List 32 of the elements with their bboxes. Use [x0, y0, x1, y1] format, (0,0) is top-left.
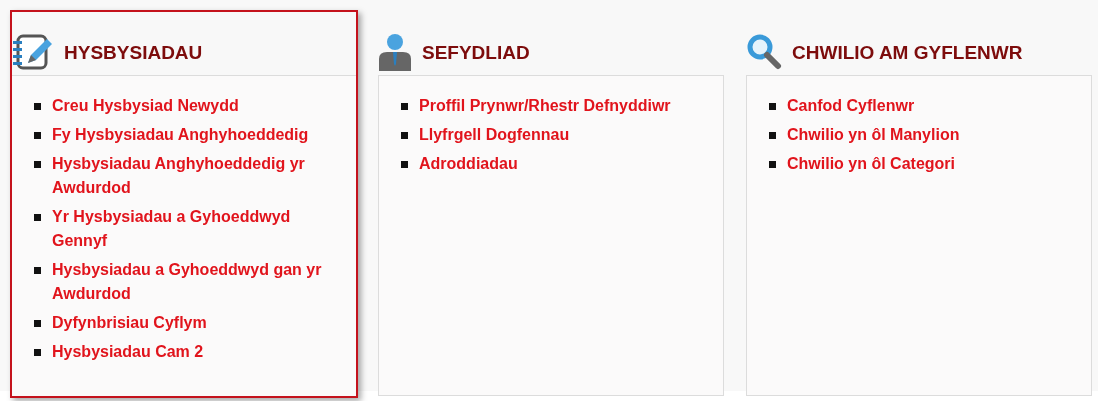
menu-link[interactable]: Yr Hysbysiadau a Gyhoeddwyd Gennyf	[52, 205, 340, 253]
bullet-icon	[769, 161, 776, 168]
menu-link[interactable]: Hysbysiadau a Gyhoeddwyd gan yr Awdurdod	[52, 258, 340, 306]
menu-link[interactable]: Fy Hysbysiadau Anghyhoeddedig	[52, 123, 309, 147]
person-icon	[378, 33, 412, 71]
menu-link[interactable]: Proffil Prynwr/Rhestr Defnyddiwr	[419, 94, 671, 118]
menu-link[interactable]: Chwilio yn ôl Manylion	[787, 123, 960, 147]
menu-link[interactable]: Hysbysiadau Cam 2	[52, 340, 204, 364]
search-icon	[746, 33, 782, 71]
bullet-icon	[769, 132, 776, 139]
panel-title: SEFYDLIAD	[422, 42, 530, 65]
bullet-icon	[401, 161, 408, 168]
bullet-icon	[401, 132, 408, 139]
bullet-icon	[34, 267, 41, 274]
bullet-icon	[401, 103, 408, 110]
panel-title: CHWILIO AM GYFLENWR	[792, 42, 1023, 65]
menu-link[interactable]: Dyfynbrisiau Cyflym	[52, 311, 207, 335]
menu-link[interactable]: Canfod Cyflenwr	[787, 94, 915, 118]
bullet-icon	[34, 320, 41, 327]
bullet-icon	[34, 214, 41, 221]
notepad-pencil-icon	[12, 33, 54, 71]
menu-link[interactable]: Hysbysiadau Anghyhoeddedig yr Awdurdod	[52, 152, 340, 200]
menu-link[interactable]: Adroddiadau	[419, 152, 518, 176]
bullet-icon	[34, 161, 41, 168]
panel-title: HYSBYSIADAU	[64, 42, 203, 65]
bullet-icon	[769, 103, 776, 110]
bullet-icon	[34, 349, 41, 356]
bullet-icon	[34, 132, 41, 139]
menu-link[interactable]: Chwilio yn ôl Categori	[787, 152, 955, 176]
menu-link[interactable]: Creu Hysbysiad Newydd	[52, 94, 239, 118]
bullet-icon	[34, 103, 41, 110]
menu-link[interactable]: Llyfrgell Dogfennau	[419, 123, 570, 147]
